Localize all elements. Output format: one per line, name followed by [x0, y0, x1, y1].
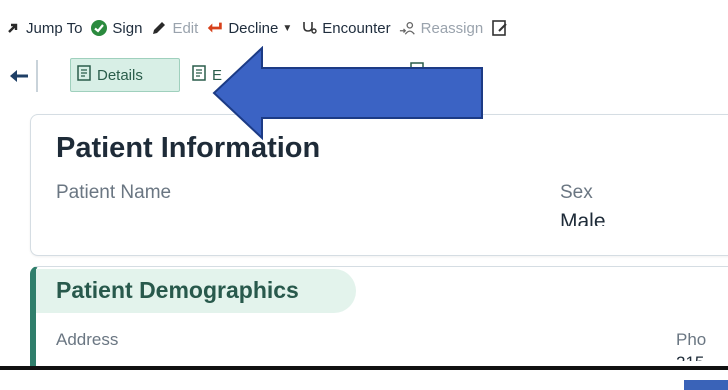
stethoscope-icon	[300, 19, 318, 37]
back-arrow-icon[interactable]	[8, 66, 30, 86]
overflow-action-button[interactable]	[491, 19, 513, 37]
section-title: Patient Demographics	[56, 277, 299, 303]
reassign-button[interactable]: Reassign	[399, 19, 484, 37]
edit-label: Edit	[172, 19, 199, 37]
patient-name-label: Patient Name	[56, 182, 172, 203]
address-label: Address	[56, 330, 119, 346]
sign-label: Sign	[112, 19, 143, 37]
sex-value: Male	[560, 210, 606, 226]
decline-button[interactable]: Decline ▼	[206, 19, 292, 37]
phone-label: Pho	[676, 330, 707, 349]
jump-arrow-icon	[4, 19, 22, 37]
phone-value: 215	[676, 353, 704, 361]
decline-label: Decline	[228, 19, 279, 37]
document-icon	[77, 65, 91, 85]
sign-button[interactable]: Sign	[90, 19, 142, 37]
check-circle-icon	[90, 19, 108, 37]
encounter-label: Encounter	[322, 19, 391, 37]
tab-details[interactable]: Details	[70, 58, 180, 92]
tab-details-label: Details	[97, 66, 143, 84]
document-icon	[192, 65, 206, 85]
edit-button[interactable]: Edit	[150, 19, 198, 37]
reassign-label: Reassign	[420, 19, 484, 37]
sex-label: Sex	[560, 182, 593, 203]
pencil-icon	[150, 19, 168, 37]
taskbar-button[interactable]	[684, 380, 728, 390]
screen-edge	[0, 366, 728, 370]
reassign-people-icon	[399, 19, 417, 37]
jump-to-button[interactable]: Jump To	[4, 19, 82, 37]
divider	[36, 60, 38, 92]
chevron-down-icon[interactable]: ▼	[282, 23, 292, 34]
return-arrow-icon	[206, 19, 224, 37]
annotation-arrow-icon	[212, 46, 483, 141]
edit-document-icon	[491, 19, 509, 37]
jump-to-label: Jump To	[26, 19, 83, 37]
action-toolbar: Jump To Sign Edit Decline ▼ Encounter Re…	[0, 14, 728, 42]
encounter-button[interactable]: Encounter	[300, 19, 391, 37]
